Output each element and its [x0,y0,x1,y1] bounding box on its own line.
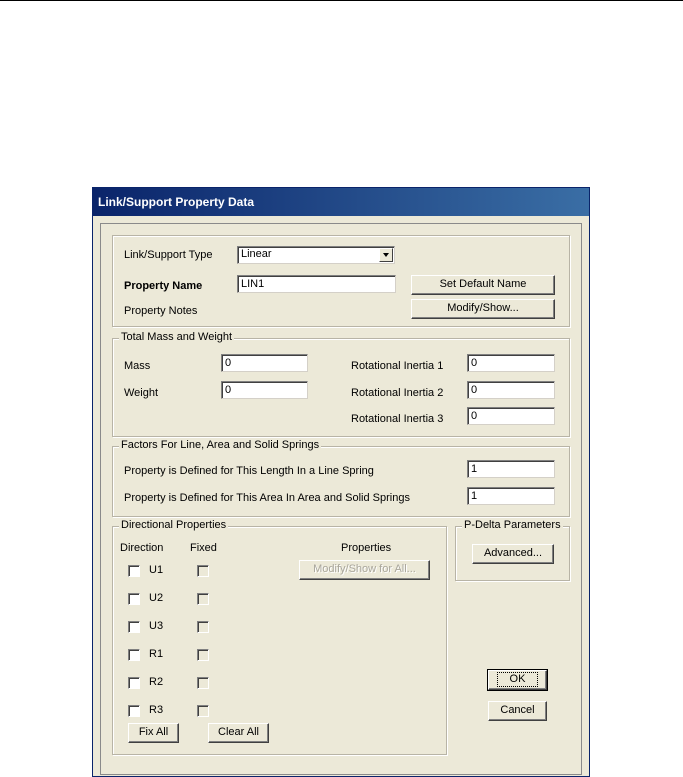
direction-checkbox-r1[interactable] [128,649,140,661]
fixed-checkbox-r3[interactable] [197,705,209,717]
weight-label: Weight [124,387,159,399]
mass-weight-group: Total Mass and Weight Mass 0 Weight 0 Ro… [112,331,570,437]
direction-column-header: Direction [120,542,164,554]
advanced-button[interactable]: Advanced... [472,544,554,564]
p-delta-group-title: P-Delta Parameters [462,519,563,531]
direction-checkbox-u3[interactable] [128,621,140,633]
property-name-label: Property Name [124,280,203,292]
dof-label-r3: R3 [149,704,164,716]
rotational-inertia-2-input[interactable]: 0 [467,381,555,399]
dialog-client-area: Link/Support Type Linear Property Name L… [100,223,582,775]
chevron-down-icon[interactable] [379,248,393,262]
cancel-button[interactable]: Cancel [488,701,547,721]
dof-label-r2: R2 [149,676,164,688]
dof-label-r1: R1 [149,648,164,660]
weight-input[interactable]: 0 [221,381,308,399]
mass-label: Mass [124,360,151,372]
link-support-type-select[interactable]: Linear [237,246,395,264]
modify-show-notes-button[interactable]: Modify/Show... [411,299,555,319]
link-support-type-label: Link/Support Type [124,249,213,261]
property-name-input[interactable]: LIN1 [237,275,396,293]
dof-label-u2: U2 [149,592,164,604]
rotational-inertia-1-label: Rotational Inertia 1 [351,360,444,372]
ok-button-label: OK [496,672,539,687]
direction-checkbox-u1[interactable] [128,565,140,577]
line-spring-input[interactable]: 1 [467,460,555,478]
spring-factors-group: Factors For Line, Area and Solid Springs… [112,439,570,517]
fix-all-button[interactable]: Fix All [128,723,179,743]
directional-properties-group: Directional Properties Direction Fixed P… [112,519,447,755]
mass-weight-group-title: Total Mass and Weight [119,331,235,343]
property-notes-label: Property Notes [124,305,198,317]
p-delta-group: P-Delta Parameters Advanced... [455,519,570,581]
rotational-inertia-2-label: Rotational Inertia 2 [351,387,444,399]
rotational-inertia-1-input[interactable]: 0 [467,354,555,372]
property-group: Link/Support Type Linear Property Name L… [112,235,570,327]
fixed-checkbox-r1[interactable] [197,649,209,661]
link-support-type-value: Linear [241,248,272,260]
fixed-column-header: Fixed [190,542,217,554]
dialog-titlebar[interactable]: Link/Support Property Data [93,188,589,216]
rotational-inertia-3-label: Rotational Inertia 3 [351,413,444,425]
line-spring-label: Property is Defined for This Length In a… [124,465,374,477]
rotational-inertia-3-input[interactable]: 0 [467,407,555,425]
area-solid-spring-label: Property is Defined for This Area In Are… [124,492,410,504]
clear-all-button[interactable]: Clear All [208,723,269,743]
dof-label-u3: U3 [149,620,164,632]
properties-column-header: Properties [341,542,392,554]
dialog-title: Link/Support Property Data [98,195,255,209]
directional-properties-group-title: Directional Properties [119,519,229,531]
set-default-name-button[interactable]: Set Default Name [411,275,555,295]
link-support-dialog: Link/Support Property Data Link/Support … [92,187,590,777]
ok-button[interactable]: OK [487,669,548,691]
mass-input[interactable]: 0 [221,354,308,372]
fixed-checkbox-u2[interactable] [197,593,209,605]
fixed-checkbox-r2[interactable] [197,677,209,689]
dof-label-u1: U1 [149,564,164,576]
direction-checkbox-r3[interactable] [128,705,140,717]
direction-checkbox-u2[interactable] [128,593,140,605]
fixed-checkbox-u1[interactable] [197,565,209,577]
page-top-rule [0,0,683,1]
spring-factors-group-title: Factors For Line, Area and Solid Springs [119,439,322,451]
fixed-checkbox-u3[interactable] [197,621,209,633]
modify-show-all-button[interactable]: Modify/Show for All... [299,560,430,580]
area-solid-spring-input[interactable]: 1 [467,487,555,505]
direction-checkbox-r2[interactable] [128,677,140,689]
